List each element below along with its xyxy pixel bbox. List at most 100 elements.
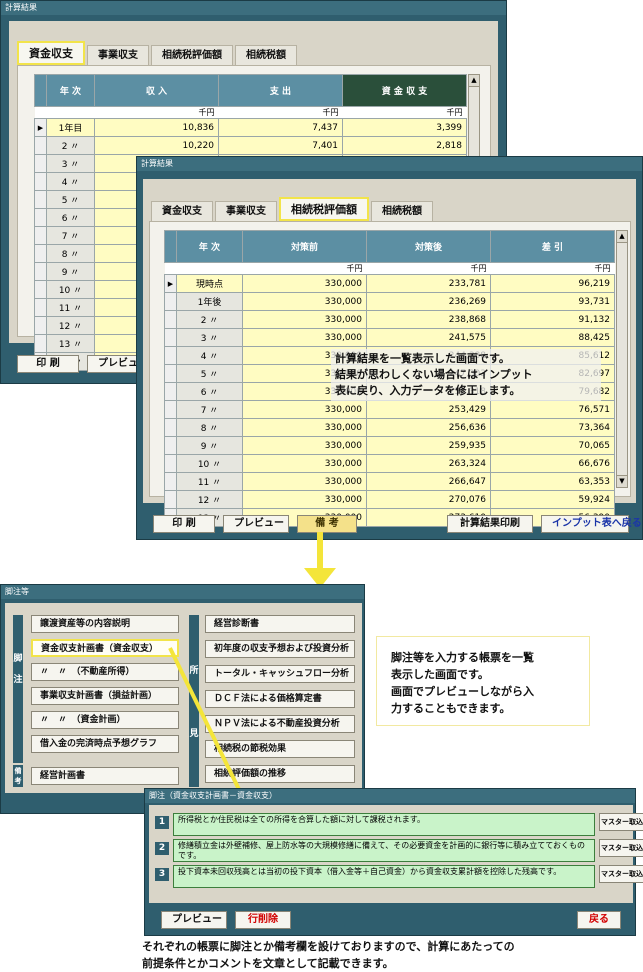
footnote-text-field[interactable]: 修繕積立金は外壁補修、屋上防水等の大規模修繕に備えて、その必要資金を計画的に銀行… <box>173 839 595 862</box>
table-row[interactable]: 1年後 330,000 236,269 93,731 <box>164 292 615 311</box>
findings-item[interactable]: ＤＣＦ法による価格算定書 <box>205 690 355 708</box>
value-cell[interactable]: 253,429 <box>366 400 491 419</box>
value-cell[interactable]: 256,636 <box>366 418 491 437</box>
tab-inheritance-tax[interactable]: 相続税額 <box>235 45 297 65</box>
print-button[interactable]: 印 刷 <box>17 355 79 373</box>
value-cell[interactable]: 63,353 <box>490 472 615 491</box>
footnote-text-field[interactable]: 所得税とか住民税は全ての所得を合算した額に対して課税されます。 <box>173 813 595 836</box>
value-cell[interactable]: 330,000 <box>242 490 367 509</box>
value-cell[interactable]: 330,000 <box>242 328 367 347</box>
value-cell[interactable]: 96,219 <box>490 274 615 293</box>
value-cell[interactable]: 3,399 <box>342 118 467 137</box>
value-cell[interactable]: 263,324 <box>366 454 491 473</box>
tab-bar: 資金収支 事業収支 相続税評価額 相続税額 <box>151 195 435 221</box>
value-cell[interactable]: 238,868 <box>366 310 491 329</box>
footnote-item[interactable]: 借入金の完済時点予想グラフ <box>31 735 179 753</box>
value-cell[interactable]: 233,781 <box>366 274 491 293</box>
value-cell[interactable]: 330,000 <box>242 472 367 491</box>
value-cell[interactable]: 270,076 <box>366 490 491 509</box>
value-cell[interactable]: 7,401 <box>218 136 343 155</box>
table-row[interactable]: 11 〃 330,000 266,647 63,353 <box>164 472 615 491</box>
value-cell[interactable]: 59,924 <box>490 490 615 509</box>
table-row[interactable]: 2 〃 330,000 238,868 91,132 <box>164 310 615 329</box>
footnote-item[interactable]: 資金収支計画書（資金収支） <box>31 639 179 657</box>
value-cell[interactable]: 10,220 <box>94 136 219 155</box>
findings-item[interactable]: ＮＰＶ法による不動産投資分析 <box>205 715 355 733</box>
table-scrollbar[interactable]: ▲ ▼ <box>616 230 628 488</box>
value-cell[interactable]: 7,437 <box>218 118 343 137</box>
preview-button[interactable]: プレビュー <box>223 515 289 533</box>
footnote-item[interactable]: 〃 〃 （資金計画） <box>31 711 179 729</box>
table-row[interactable]: 8 〃 330,000 256,636 73,364 <box>164 418 615 437</box>
value-cell[interactable]: 330,000 <box>242 400 367 419</box>
value-cell[interactable]: 2,818 <box>342 136 467 155</box>
value-cell[interactable]: 236,269 <box>366 292 491 311</box>
findings-item[interactable]: トータル・キャッシュフロー分析 <box>205 665 355 683</box>
table-row[interactable]: 7 〃 330,000 253,429 76,571 <box>164 400 615 419</box>
value-cell[interactable]: 76,571 <box>490 400 615 419</box>
findings-item[interactable]: 初年度の収支予想および投資分析 <box>205 640 355 658</box>
findings-item[interactable]: 経営診断書 <box>205 615 355 633</box>
desc-line: 表示した画面です。 <box>391 668 489 681</box>
value-cell[interactable]: 70,065 <box>490 436 615 455</box>
value-cell[interactable]: 330,000 <box>242 436 367 455</box>
tab-inheritance-valuation[interactable]: 相続税評価額 <box>151 45 233 65</box>
tab-cashflow[interactable]: 資金収支 <box>17 41 85 65</box>
back-to-input-button[interactable]: インプット表へ戻る <box>541 515 642 533</box>
value-cell[interactable]: 330,000 <box>242 274 367 293</box>
table-row[interactable]: ▶ 現時点 330,000 233,781 96,219 <box>164 274 615 293</box>
import-master-button[interactable]: マスター取込 <box>599 839 643 857</box>
table-row[interactable]: 10 〃 330,000 263,324 66,676 <box>164 454 615 473</box>
footnote-list-window: 脚注等 脚 注 備考 所 見 譲渡資産等の内容説明 資金収支計画書（資金収支） 〃 … <box>0 584 365 814</box>
value-cell[interactable]: 259,935 <box>366 436 491 455</box>
tab-inheritance-tax[interactable]: 相続税額 <box>371 201 433 221</box>
table-row[interactable]: 12 〃 330,000 270,076 59,924 <box>164 490 615 509</box>
unit-label: 千円 <box>490 262 615 275</box>
footnote-item[interactable]: 〃 〃 （不動産所得） <box>31 663 179 681</box>
value-cell[interactable]: 330,000 <box>242 310 367 329</box>
tab-business[interactable]: 事業収支 <box>87 45 149 65</box>
print-results-button[interactable]: 計算結果印刷 <box>447 515 533 533</box>
findings-item[interactable]: 相続税の節税効果 <box>205 740 355 758</box>
row-indicator-icon <box>34 136 47 155</box>
row-indicator-icon <box>34 226 47 245</box>
table-row[interactable]: 3 〃 330,000 241,575 88,425 <box>164 328 615 347</box>
footnote-item[interactable]: 事業収支計画書（損益計画） <box>31 687 179 705</box>
value-cell[interactable]: 330,000 <box>242 292 367 311</box>
table-row[interactable]: ▶ 1年目 10,836 7,437 3,399 <box>34 118 467 137</box>
import-master-button[interactable]: マスター取込 <box>599 865 643 883</box>
value-cell[interactable]: 91,132 <box>490 310 615 329</box>
row-year-label: 2 〃 <box>176 310 243 329</box>
value-cell[interactable]: 10,836 <box>94 118 219 137</box>
footnote-item[interactable]: 経営計画書 <box>31 767 179 785</box>
value-cell[interactable]: 330,000 <box>242 454 367 473</box>
scroll-down-arrow-icon[interactable]: ▼ <box>617 475 627 487</box>
value-cell[interactable]: 266,647 <box>366 472 491 491</box>
delete-row-button[interactable]: 行削除 <box>235 911 291 929</box>
table-row[interactable]: 9 〃 330,000 259,935 70,065 <box>164 436 615 455</box>
footnote-text-field[interactable]: 投下資本未回収残高とは当初の投下資本（借入金等＋自己資金）から資金収支累計額を控… <box>173 865 595 888</box>
value-cell[interactable]: 241,575 <box>366 328 491 347</box>
print-button[interactable]: 印 刷 <box>153 515 215 533</box>
table-row[interactable]: 2 〃 10,220 7,401 2,818 <box>34 136 467 155</box>
value-cell[interactable]: 93,731 <box>490 292 615 311</box>
row-indicator-icon <box>164 292 177 311</box>
row-indicator-icon <box>34 316 47 335</box>
unit-label: 千円 <box>342 106 467 119</box>
column-header: 対策後 <box>366 230 491 263</box>
import-master-button[interactable]: マスター取込 <box>599 813 643 831</box>
back-button[interactable]: 戻る <box>577 911 621 929</box>
value-cell[interactable]: 330,000 <box>242 418 367 437</box>
tab-cashflow[interactable]: 資金収支 <box>151 201 213 221</box>
scroll-up-arrow-icon[interactable]: ▲ <box>617 231 627 243</box>
footnote-item[interactable]: 譲渡資産等の内容説明 <box>31 615 179 633</box>
notes-button[interactable]: 備 考 <box>297 515 357 533</box>
value-cell[interactable]: 73,364 <box>490 418 615 437</box>
tab-business[interactable]: 事業収支 <box>215 201 277 221</box>
value-cell[interactable]: 66,676 <box>490 454 615 473</box>
tab-inheritance-valuation[interactable]: 相続税評価額 <box>279 197 369 221</box>
desc-line: 画面でプレビューしながら入 <box>391 685 534 698</box>
scroll-up-arrow-icon[interactable]: ▲ <box>469 75 479 87</box>
preview-button[interactable]: プレビュー <box>161 911 227 929</box>
value-cell[interactable]: 88,425 <box>490 328 615 347</box>
